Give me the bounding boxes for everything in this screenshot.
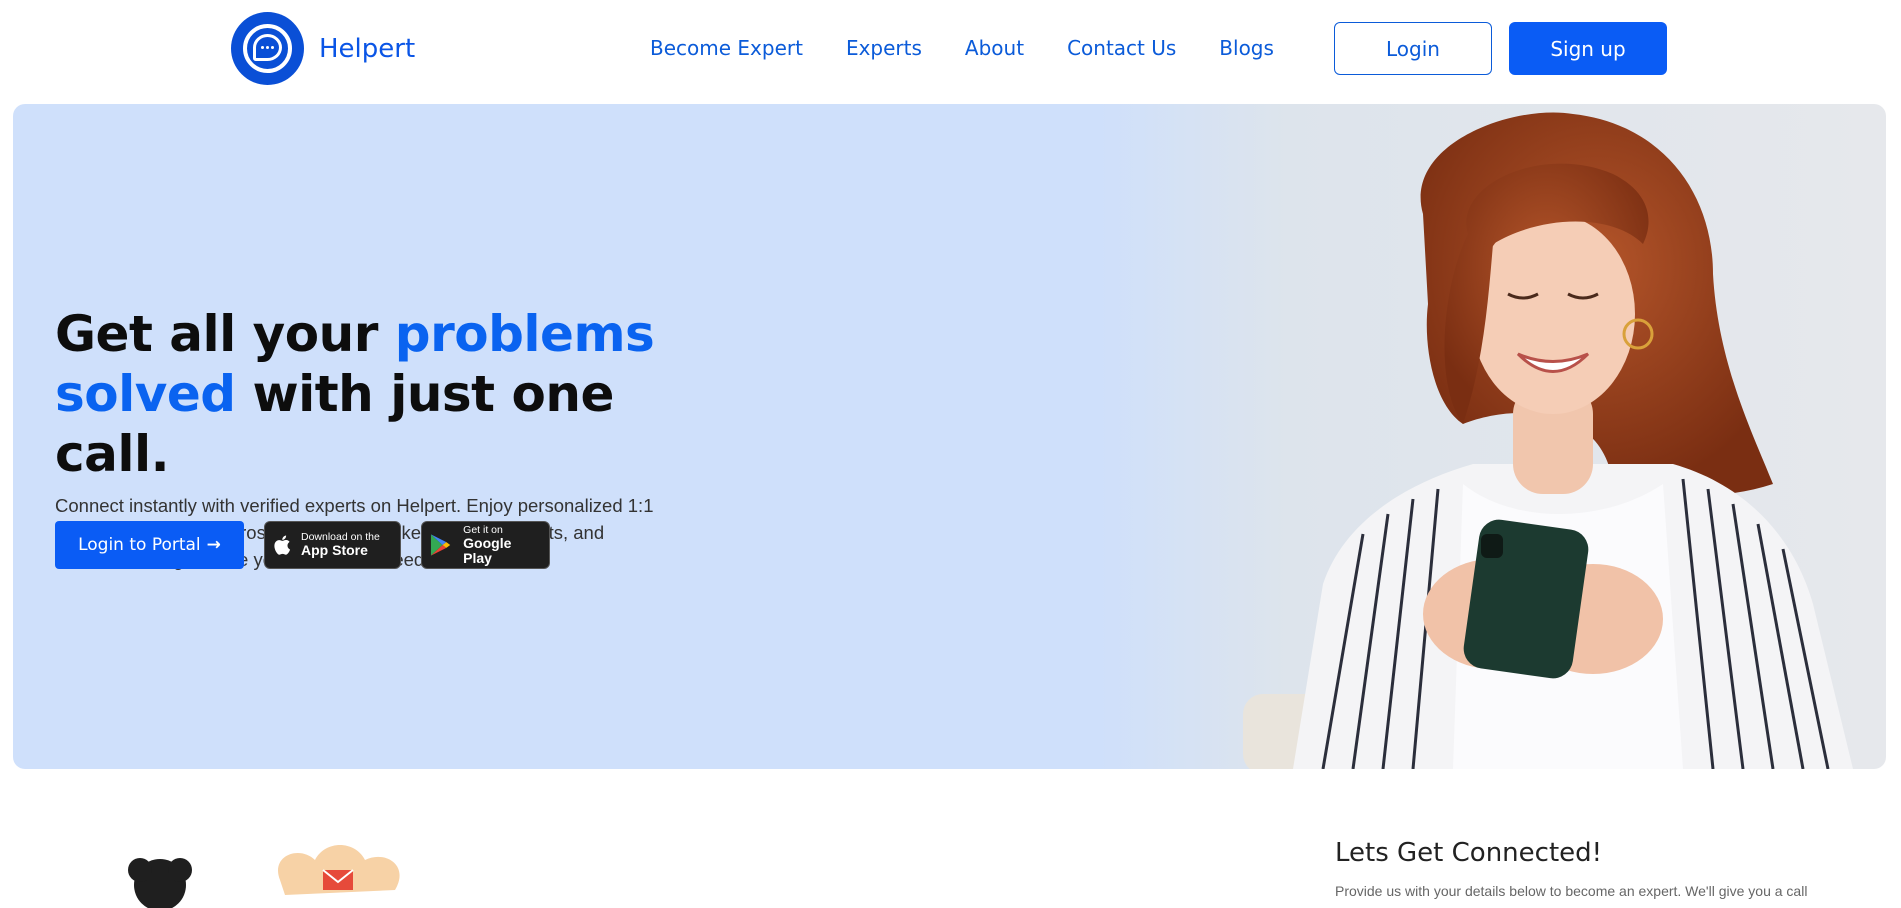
nav-link-blogs[interactable]: Blogs bbox=[1219, 36, 1274, 60]
login-to-portal-label: Login to Portal bbox=[78, 535, 201, 555]
app-store-big-text: App Store bbox=[301, 542, 368, 558]
connect-section-title: Lets Get Connected! bbox=[1335, 838, 1603, 868]
hero-title-accent-solved: solved bbox=[55, 365, 236, 423]
nav-link-become-expert[interactable]: Become Expert bbox=[650, 36, 803, 60]
signup-button[interactable]: Sign up bbox=[1509, 22, 1667, 75]
google-play-icon bbox=[430, 534, 451, 556]
google-play-small-text: Get it on bbox=[463, 523, 503, 536]
nav-link-experts[interactable]: Experts bbox=[846, 36, 922, 60]
brand-logo[interactable]: Helpert bbox=[231, 12, 415, 85]
top-navigation: Helpert Become Expert Experts About Cont… bbox=[0, 0, 1901, 100]
app-store-badge[interactable]: Download on the App Store bbox=[264, 521, 401, 569]
nav-link-about[interactable]: About bbox=[965, 36, 1024, 60]
apple-icon bbox=[274, 535, 291, 555]
chat-bubble-logo-icon bbox=[231, 12, 304, 85]
hero-title-accent-problems: problems bbox=[394, 305, 655, 363]
login-button[interactable]: Login bbox=[1334, 22, 1492, 75]
hero-woman-with-phone-image bbox=[1243, 112, 1853, 769]
contact-illustration bbox=[128, 845, 400, 908]
connect-section-description: Provide us with your details below to be… bbox=[1335, 883, 1808, 899]
hero-section: Get all your problems solved with just on… bbox=[13, 104, 1886, 769]
brand-name: Helpert bbox=[319, 33, 416, 64]
nav-link-contact-us[interactable]: Contact Us bbox=[1067, 36, 1176, 60]
hero-title-part1: Get all your bbox=[55, 305, 395, 363]
hero-title: Get all your problems solved with just on… bbox=[55, 304, 695, 484]
google-play-badge[interactable]: Get it on Google Play bbox=[421, 521, 550, 569]
hero-cta-row: Login to Portal → Download on the App St… bbox=[55, 521, 550, 569]
nav-links: Become Expert Experts About Contact Us B… bbox=[650, 36, 1317, 60]
arrow-right-icon: → bbox=[206, 535, 221, 555]
google-play-big-text: Google Play bbox=[463, 534, 512, 566]
login-to-portal-button[interactable]: Login to Portal → bbox=[55, 521, 244, 569]
